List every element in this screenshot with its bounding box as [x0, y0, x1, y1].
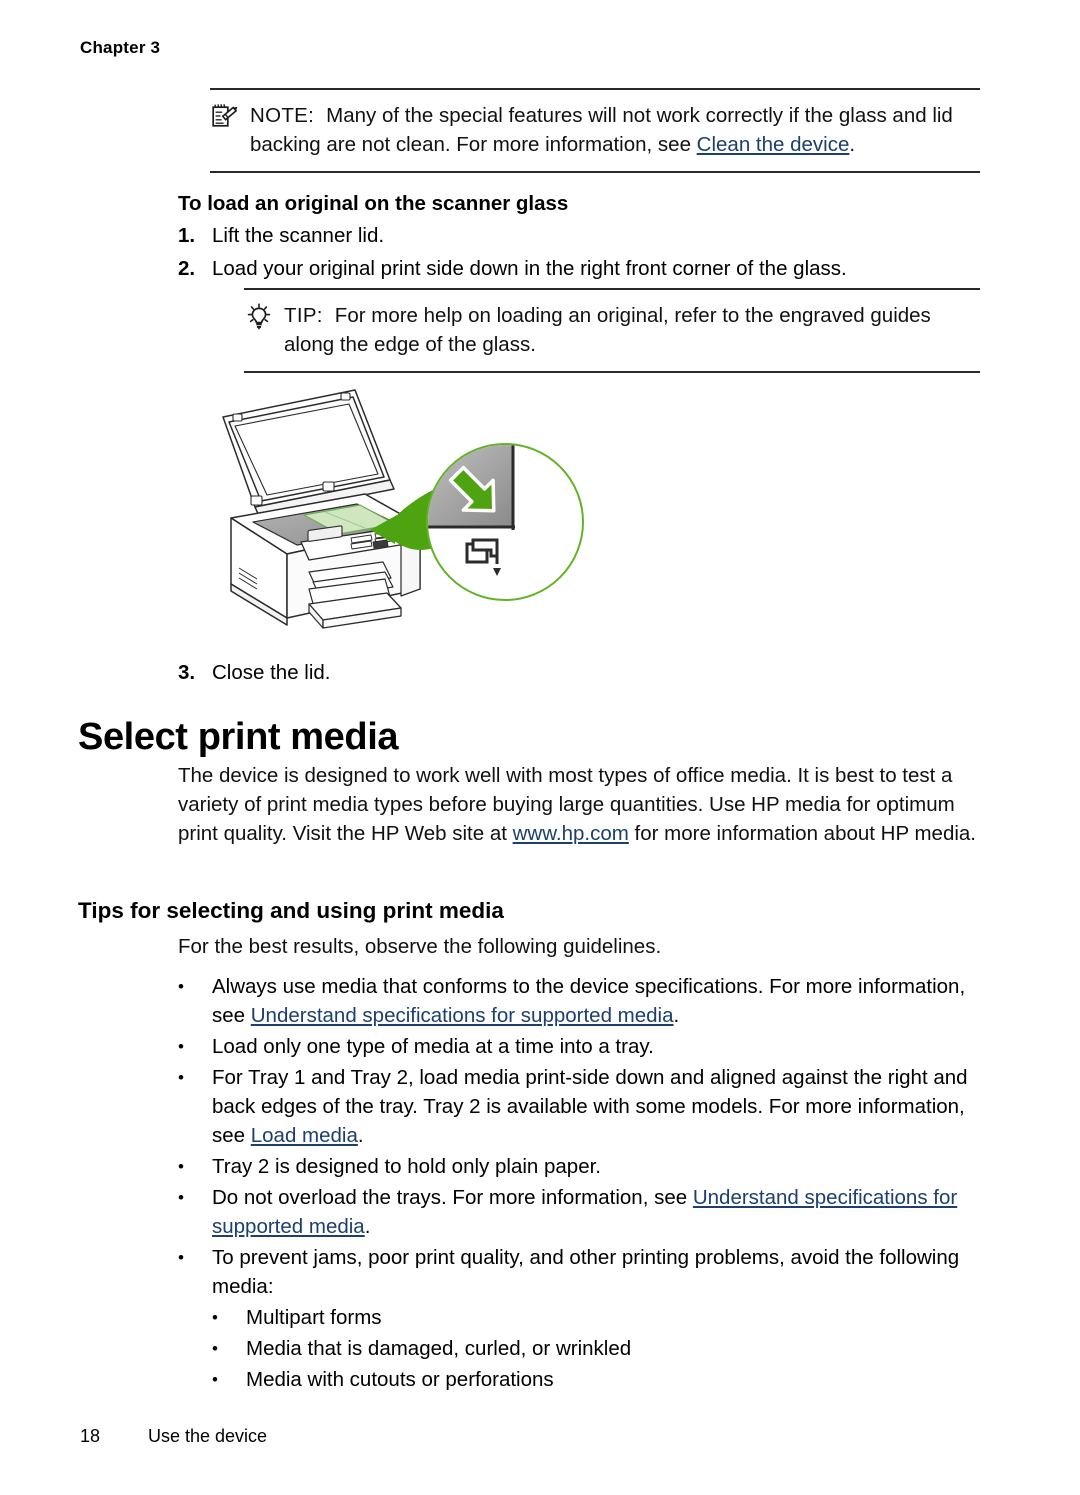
bullet-text-after: . [364, 1215, 371, 1238]
page-title: Select print media [78, 716, 399, 758]
tips-intro-paragraph: For the best results, observe the follow… [178, 935, 662, 958]
tips-bullet-list: • Always use media that conforms to the … [178, 972, 980, 1396]
bullet-marker: • [178, 1068, 184, 1087]
bullet-marker: • [178, 1188, 184, 1207]
bullet-marker: • [178, 1248, 184, 1267]
document-page: Chapter 3 NOTE: Many of the special feat… [0, 0, 1080, 1495]
step-number: 2. [178, 257, 196, 280]
subbullet-text: Media that is damaged, curled, or wrinkl… [246, 1337, 632, 1360]
bullet-text-before: Do not overload the trays. For more info… [212, 1186, 693, 1209]
link-hp-website[interactable]: www.hp.com [513, 822, 629, 845]
list-item: 2. Load your original print side down in… [178, 254, 978, 283]
list-item: • Media that is damaged, curled, or wrin… [212, 1334, 980, 1363]
scanner-load-original-illustration [205, 382, 600, 637]
tips-heading: Tips for selecting and using print media [78, 898, 504, 923]
list-item: • Do not overload the trays. For more in… [178, 1183, 980, 1241]
bullet-marker: • [178, 977, 184, 996]
bullet-text: Load only one type of media at a time in… [212, 1035, 654, 1058]
bullet-marker: • [212, 1370, 218, 1389]
tip-body-text: For more help on loading an original, re… [284, 304, 931, 356]
step-number: 1. [178, 224, 196, 247]
bullet-marker: • [178, 1157, 184, 1176]
bullet-marker: • [212, 1339, 218, 1358]
note-text-after: . [849, 133, 856, 156]
list-item: • Media with cutouts or perforations [212, 1365, 980, 1394]
lightbulb-icon [244, 303, 278, 333]
list-item: • Load only one type of media at a time … [178, 1032, 980, 1061]
bullet-text-after: . [357, 1124, 364, 1147]
step-text: Close the lid. [212, 661, 331, 684]
step-text: Lift the scanner lid. [212, 224, 385, 247]
avoid-media-sublist: • Multipart forms • Media that is damage… [212, 1303, 980, 1394]
link-load-media[interactable]: Load media [251, 1124, 358, 1147]
note-pad-pencil-icon [210, 103, 244, 133]
bullet-text: Do not overload the trays. For more info… [212, 1183, 980, 1241]
list-item: • Always use media that conforms to the … [178, 972, 980, 1030]
procedure-final-step: 3. Close the lid. [178, 658, 978, 691]
note-admonition: NOTE: Many of the special features will n… [210, 88, 980, 173]
footer-title: Use the device [148, 1426, 268, 1446]
page-footer: 18 Use the device [80, 1426, 267, 1447]
tip-admonition: TIP: For more help on loading an original… [244, 288, 980, 373]
link-clean-the-device[interactable]: Clean the device [697, 133, 850, 156]
chapter-header: Chapter 3 [80, 38, 161, 57]
procedure-steps: 1. Lift the scanner lid. 2. Load your or… [178, 221, 978, 287]
link-understand-specifications-1[interactable]: Understand specifications for supported … [251, 1004, 674, 1027]
procedure-heading: To load an original on the scanner glass [178, 192, 569, 215]
page-number: 18 [80, 1426, 101, 1446]
subbullet-text: Media with cutouts or perforations [246, 1368, 554, 1391]
subbullet-text: Multipart forms [246, 1306, 382, 1329]
list-item: • For Tray 1 and Tray 2, load media prin… [178, 1063, 980, 1150]
bullet-text: Tray 2 is designed to hold only plain pa… [212, 1155, 601, 1178]
bullet-marker: • [212, 1308, 218, 1327]
step-text: Load your original print side down in th… [212, 257, 847, 280]
note-label: NOTE: [250, 104, 315, 127]
list-item: 3. Close the lid. [178, 658, 978, 687]
bullet-text: To prevent jams, poor print quality, and… [212, 1246, 960, 1298]
step-number: 3. [178, 661, 196, 684]
bullet-text: For Tray 1 and Tray 2, load media print-… [212, 1063, 980, 1150]
intro-text-after: for more information about HP media. [628, 822, 976, 845]
section-intro-paragraph: The device is designed to work well with… [178, 761, 980, 848]
list-item: 1. Lift the scanner lid. [178, 221, 978, 250]
list-item: • Multipart forms [212, 1303, 980, 1332]
list-item: • Tray 2 is designed to hold only plain … [178, 1152, 980, 1181]
list-item: • To prevent jams, poor print quality, a… [178, 1243, 980, 1301]
bullet-text: Always use media that conforms to the de… [212, 972, 980, 1030]
tip-text: TIP: For more help on loading an original… [284, 301, 980, 359]
tip-label: TIP: [284, 304, 323, 327]
bullet-text-after: . [673, 1004, 680, 1027]
bullet-marker: • [178, 1037, 184, 1056]
note-text: NOTE: Many of the special features will n… [250, 101, 980, 159]
